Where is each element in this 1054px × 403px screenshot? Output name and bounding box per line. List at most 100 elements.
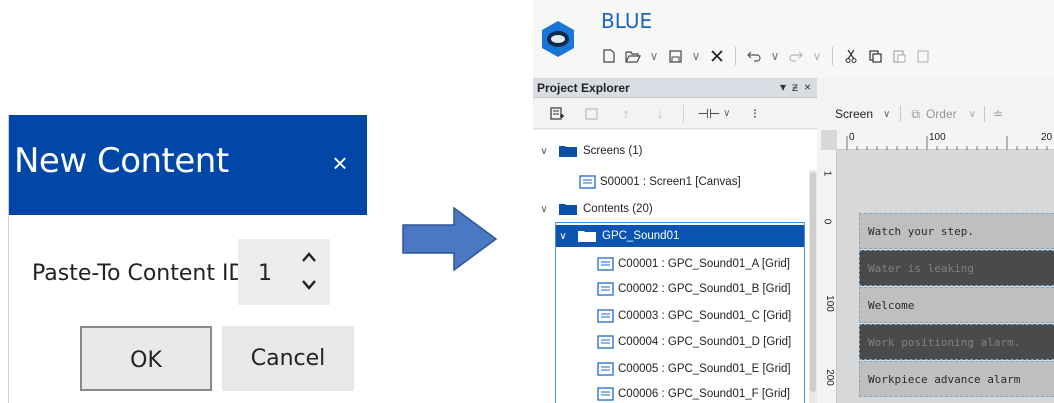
right-arrow-icon: [402, 207, 498, 271]
tree-label: C00003 : GPC_Sound01_C [Grid]: [618, 310, 792, 322]
toolbar-separator: [983, 106, 985, 122]
close-icon[interactable]: [705, 44, 729, 68]
ruler-label: 20: [1041, 132, 1053, 143]
ok-button[interactable]: OK: [80, 326, 212, 391]
grid-content-icon: [597, 362, 614, 376]
app-header: BLUE ∨ ∨ ∨ ∨: [533, 0, 1054, 78]
ruler-label: 0: [821, 218, 833, 225]
paste-icon[interactable]: [887, 44, 911, 68]
align-icon[interactable]: ≐: [993, 107, 1003, 121]
tree-node-screens[interactable]: ∨ Screens (1): [537, 140, 642, 162]
tree-item-screen[interactable]: S00001 : Screen1 [Canvas]: [579, 171, 741, 193]
more-options-icon[interactable]: ⁝: [740, 103, 770, 125]
dialog-titlebar: New Content ×: [9, 115, 367, 215]
open-folder-icon[interactable]: [621, 44, 645, 68]
panel-menu-icon[interactable]: ▾: [780, 80, 786, 94]
save-dropdown-chevron-icon[interactable]: ∨: [687, 44, 705, 68]
tree-node-gpc-sound01[interactable]: ∨ GPC_Sound01: [556, 225, 804, 247]
move-down-icon[interactable]: ↓: [645, 103, 675, 125]
folder-icon: [559, 146, 577, 157]
project-explorer-titlebar: Project Explorer ▾ ᵶ ×: [533, 78, 817, 98]
redo-dropdown-chevron-icon[interactable]: ∨: [808, 44, 826, 68]
dialog-close-button[interactable]: ×: [328, 150, 352, 176]
cancel-button[interactable]: Cancel: [222, 326, 354, 391]
tree-item-content[interactable]: C00005 : GPC_Sound01_E [Grid]: [597, 358, 791, 380]
canvas-text-item[interactable]: Water is leaking: [859, 250, 1054, 286]
ruler-label: 200: [823, 369, 835, 386]
chevron-down-icon[interactable]: ∨: [556, 231, 570, 242]
tree-item-content[interactable]: C00001 : GPC_Sound01_A [Grid]: [597, 253, 790, 275]
tree-item-content[interactable]: C00003 : GPC_Sound01_C [Grid]: [597, 305, 791, 327]
copy-icon[interactable]: [863, 44, 887, 68]
composite-screenshot: New Content × Paste-To Content ID 1 OK C…: [0, 0, 1054, 403]
blue-logo-icon: [542, 21, 574, 57]
undo-dropdown-chevron-icon[interactable]: ∨: [766, 44, 784, 68]
main-toolbar: ∨ ∨ ∨ ∨: [597, 43, 935, 69]
grid-content-icon: [597, 282, 614, 296]
stepper-down-icon[interactable]: [298, 273, 320, 295]
dialog-title: New Content: [14, 141, 229, 181]
redo-icon[interactable]: [784, 44, 808, 68]
tree-label: C00002 : GPC_Sound01_B [Grid]: [618, 283, 791, 295]
tree-label: Screens (1): [583, 145, 643, 157]
ruler-label: 0: [849, 132, 855, 143]
canvas-text-item[interactable]: Welcome: [859, 287, 1054, 323]
toolbar-separator: [683, 104, 684, 123]
open-dropdown-chevron-icon[interactable]: ∨: [645, 44, 663, 68]
project-explorer-toolbar: ↑ ↓ ⊣⊢ ∨ ⁝: [533, 99, 817, 129]
tree-scrollbar[interactable]: [809, 170, 817, 403]
toolbar-separator: [900, 106, 902, 122]
folder-icon: [578, 231, 596, 242]
tree-label: GPC_Sound01: [602, 230, 680, 242]
order-icon[interactable]: ⧉: [911, 107, 920, 122]
canvas-text-item[interactable]: Work positioning alarm.: [859, 324, 1054, 360]
tree-item-content[interactable]: C00004 : GPC_Sound01_D [Grid]: [597, 331, 791, 353]
paste-special-icon[interactable]: [911, 44, 935, 68]
design-canvas-area[interactable]: 0 100 20 1 0 100 200 Watch your step. Wa…: [821, 130, 1054, 403]
chevron-down-icon[interactable]: ∨: [537, 146, 551, 157]
grid-content-icon: [597, 309, 614, 323]
new-content-dialog: New Content × Paste-To Content ID 1 OK C…: [8, 115, 367, 403]
chevron-down-icon[interactable]: ∨: [883, 109, 890, 120]
screen-item-icon: [579, 175, 596, 189]
link-dropdown-icon[interactable]: ⊣⊢ ∨: [692, 103, 736, 125]
add-folder-icon[interactable]: [577, 103, 607, 125]
order-dropdown[interactable]: Order: [926, 107, 957, 121]
panel-close-icon[interactable]: ×: [804, 80, 811, 94]
paste-to-content-id-label: Paste-To Content ID: [32, 261, 246, 286]
tree-label: C00005 : GPC_Sound01_E [Grid]: [618, 363, 791, 375]
toolbar-separator: [832, 47, 833, 65]
cut-icon[interactable]: [839, 44, 863, 68]
ruler-label: 100: [929, 132, 946, 143]
tree-item-content[interactable]: C00002 : GPC_Sound01_B [Grid]: [597, 278, 791, 300]
new-file-icon[interactable]: [597, 44, 621, 68]
app-name: BLUE: [601, 9, 653, 33]
tree-item-content[interactable]: C00006 : GPC_Sound01_F [Grid]: [597, 383, 790, 403]
save-icon[interactable]: [663, 44, 687, 68]
tree-label: S00001 : Screen1 [Canvas]: [600, 176, 741, 188]
grid-content-icon: [597, 257, 614, 271]
screen-canvas[interactable]: Watch your step. Water is leaking Welcom…: [859, 213, 1054, 403]
pin-icon[interactable]: ᵶ: [792, 80, 798, 94]
chevron-down-icon[interactable]: ∨: [969, 109, 976, 120]
scrollbar-thumb[interactable]: [810, 172, 816, 392]
chevron-down-icon[interactable]: ∨: [537, 204, 551, 215]
tree-label: C00006 : GPC_Sound01_F [Grid]: [618, 388, 790, 400]
tree-label: C00001 : GPC_Sound01_A [Grid]: [618, 258, 790, 270]
add-screen-icon[interactable]: [543, 103, 573, 125]
tree-node-contents[interactable]: ∨ Contents (20): [537, 198, 653, 220]
canvas-text-item[interactable]: Workpiece advance alarm: [859, 361, 1054, 397]
folder-icon: [559, 204, 577, 215]
ruler-label: 100: [823, 295, 835, 312]
canvas-text-item[interactable]: Watch your step.: [859, 213, 1054, 249]
grid-content-icon: [597, 387, 614, 401]
content-id-stepper[interactable]: 1: [238, 239, 330, 305]
project-tree: ∨ Screens (1) S00001 : Screen1 [Canvas] …: [533, 130, 817, 403]
stepper-up-icon[interactable]: [298, 245, 320, 267]
screen-dropdown[interactable]: Screen: [835, 107, 873, 121]
editor-toolbar: Screen ∨ ⧉ Order ∨ ≐: [821, 99, 1054, 129]
move-up-icon[interactable]: ↑: [611, 103, 641, 125]
horizontal-ruler: 0 100 20: [837, 130, 1054, 150]
content-id-value[interactable]: 1: [258, 261, 272, 286]
undo-icon[interactable]: [742, 44, 766, 68]
